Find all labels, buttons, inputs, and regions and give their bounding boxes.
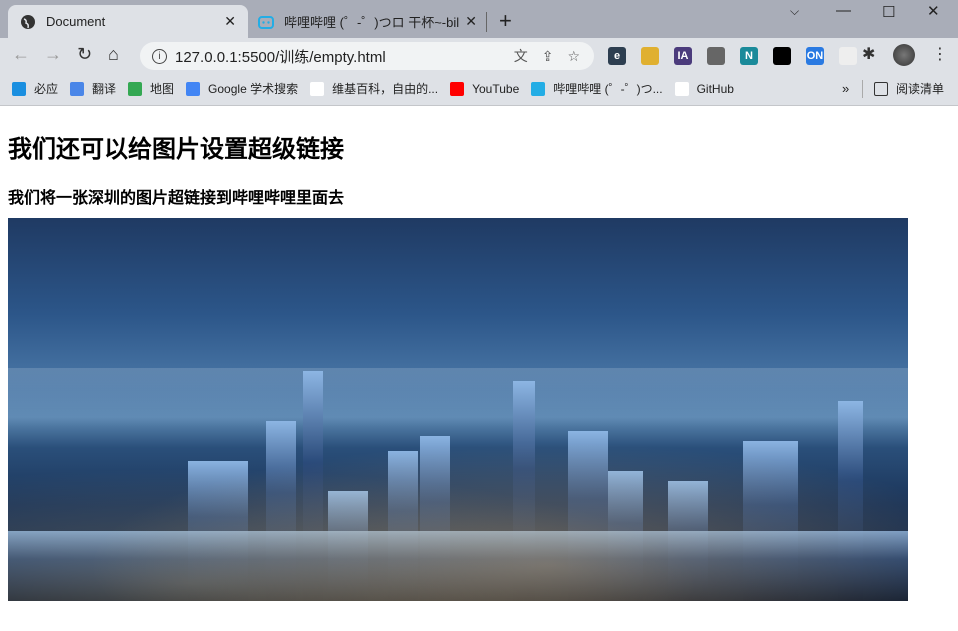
forward-button[interactable]: →	[44, 44, 62, 65]
share-icon[interactable]: ⇪	[542, 48, 554, 65]
bilibili-icon	[531, 81, 546, 96]
info-on-icon[interactable]: ON	[806, 47, 824, 65]
address-bar[interactable]: i 127.0.0.1:5500/训练/empty.html 文 ⇪ ☆	[140, 42, 594, 70]
home-button[interactable]: ⌂	[108, 44, 119, 65]
e-icon[interactable]: e	[608, 47, 626, 65]
youtube-icon	[450, 81, 465, 96]
bookmark-label: Google 学术搜索	[208, 82, 299, 96]
bookmark-item[interactable]: 维基百科，自由的...	[310, 80, 438, 97]
globe-icon	[20, 14, 36, 30]
bing-icon	[12, 81, 26, 96]
bookmark-label: GitHub	[696, 81, 734, 96]
maximize-button[interactable]: ☐	[882, 3, 895, 21]
more-bookmarks-icon[interactable]: »	[842, 81, 849, 96]
minimize-button[interactable]: —	[836, 2, 851, 19]
bookmark-label: 维基百科，自由的...	[332, 82, 439, 96]
tab-search-icon[interactable]: ⌵	[790, 4, 799, 19]
n-icon[interactable]: N	[740, 47, 758, 65]
new-tab-button[interactable]: +	[499, 8, 512, 34]
divider	[862, 80, 863, 98]
toolbar: ← → ↻ ⌂ i 127.0.0.1:5500/训练/empty.html 文…	[0, 38, 958, 72]
bookmark-label: 翻译	[92, 82, 117, 96]
reading-list-label: 阅读清单	[896, 82, 945, 96]
reading-list-button[interactable]: 阅读清单	[874, 80, 944, 97]
github-icon	[674, 81, 689, 96]
title-bar: Document ✕ 哔哩哔哩 (゜-゜)つロ 干杯~-bilil ✕ + ⌵ …	[0, 0, 958, 38]
info-icon[interactable]: i	[152, 48, 167, 64]
reload-button[interactable]: ↻	[77, 44, 92, 65]
bookmark-item[interactable]: 地图	[128, 80, 174, 97]
menu-icon[interactable]: ⋮	[932, 44, 948, 64]
back-button[interactable]: ←	[12, 44, 30, 65]
page-heading: 我们还可以给图片设置超级链接	[8, 136, 344, 163]
close-window-button[interactable]: ✕	[927, 2, 940, 20]
sky	[8, 368, 908, 428]
page-subheading: 我们将一张深圳的图片超链接到哔哩哔哩里面去	[8, 190, 345, 207]
city-lights	[8, 421, 908, 601]
tampermonkey-icon[interactable]	[773, 47, 791, 65]
bookmark-label: 哔哩哔哩 (゜-゜)つ...	[553, 82, 663, 96]
tab-title: 哔哩哔哩 (゜-゜)つロ 干杯~-bilil	[284, 15, 460, 30]
tab-bilibili[interactable]: 哔哩哔哩 (゜-゜)つロ 干杯~-bilil ✕	[250, 5, 485, 38]
avatar[interactable]	[893, 44, 915, 66]
tab-title: Document	[46, 14, 106, 29]
bookmarks-bar: 必应 翻译 地图 Google 学术搜索 维基百科，自由的... YouTube 哔哩哔哩 …	[0, 72, 958, 106]
tab-separator	[486, 12, 487, 32]
puzzle-piece-ext-icon[interactable]	[839, 47, 857, 65]
bookmark-item[interactable]: GitHub	[674, 81, 734, 96]
bookmark-item[interactable]: 必应	[12, 80, 58, 97]
folder-clock-icon[interactable]	[641, 47, 659, 65]
bookmark-label: 必应	[34, 82, 59, 96]
google-maps-icon	[128, 81, 143, 96]
copy-icon[interactable]	[707, 47, 725, 65]
page-content: 我们还可以给图片设置超级链接 我们将一张深圳的图片超链接到哔哩哔哩里面去	[8, 107, 908, 601]
wikipedia-icon	[310, 81, 325, 96]
bookmark-label: YouTube	[472, 81, 520, 96]
url-text[interactable]: 127.0.0.1:5500/训练/empty.html	[175, 46, 514, 67]
bookmark-item[interactable]: YouTube	[450, 81, 520, 96]
translate-icon[interactable]: 文	[514, 46, 528, 66]
ia-icon[interactable]: IA	[674, 47, 692, 65]
scholar-icon	[186, 81, 201, 96]
bilibili-icon	[258, 14, 274, 30]
bookmark-item[interactable]: 翻译	[70, 80, 116, 97]
close-tab-icon[interactable]: ✕	[224, 13, 236, 30]
close-tab-icon[interactable]: ✕	[465, 13, 477, 30]
bookmark-item[interactable]: Google 学术搜索	[186, 80, 298, 97]
reading-list-icon	[874, 81, 888, 96]
shenzhen-image-link[interactable]	[8, 218, 908, 601]
extensions-icon[interactable]: ✱	[862, 44, 875, 64]
bookmark-label: 地图	[150, 82, 175, 96]
google-translate-icon	[70, 81, 85, 96]
bookmark-item[interactable]: 哔哩哔哩 (゜-゜)つ...	[531, 80, 663, 97]
star-icon[interactable]: ☆	[567, 48, 580, 65]
tab-document[interactable]: Document ✕	[8, 5, 248, 38]
